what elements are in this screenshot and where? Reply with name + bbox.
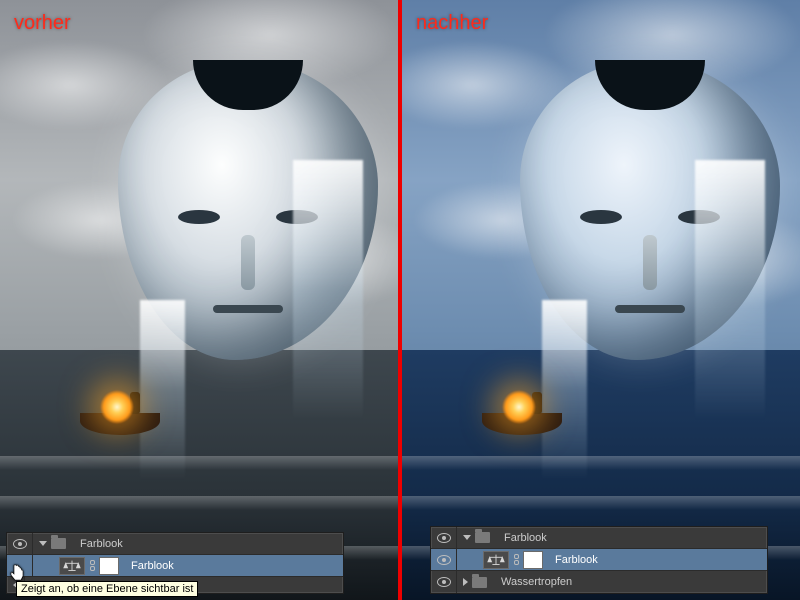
visibility-toggle[interactable]: [431, 549, 457, 570]
waterfall: [293, 160, 363, 420]
group-name: Wassertropfen: [501, 576, 572, 588]
waterfall: [695, 160, 765, 420]
expand-toggle-icon[interactable]: [39, 541, 47, 546]
eye-icon: [437, 555, 451, 565]
layer-name: Farblook: [131, 560, 174, 572]
folder-icon: [475, 532, 490, 543]
after-label: nachher: [416, 12, 488, 35]
group-name: Farblook: [80, 538, 123, 550]
layer-group-row[interactable]: Farblook: [431, 527, 767, 549]
before-pane: vorher Farblook Farblook: [0, 0, 398, 600]
layer-group-row[interactable]: Wassertropfen: [431, 571, 767, 593]
visibility-tooltip: Zeigt an, ob eine Ebene sichtbar ist: [16, 581, 198, 597]
link-icon: [512, 553, 520, 567]
lantern-light: [100, 390, 134, 424]
lantern-light: [502, 390, 536, 424]
expand-toggle-icon[interactable]: [463, 578, 468, 586]
layer-name: Farblook: [555, 554, 598, 566]
eye-icon: [437, 577, 451, 587]
eye-icon: [437, 533, 451, 543]
eye-icon: [13, 539, 27, 549]
visibility-toggle[interactable]: [431, 571, 457, 593]
artwork-canvas: [0, 0, 398, 600]
layers-panel[interactable]: Farblook Farblook Wassertropfen: [430, 526, 768, 594]
adjustment-layer-row[interactable]: Farblook: [431, 549, 767, 571]
visibility-toggle[interactable]: [7, 533, 33, 554]
cursor-pointer-icon: [9, 564, 25, 582]
waterfall: [542, 300, 587, 480]
adjustment-layer-row[interactable]: Farblook: [7, 555, 343, 577]
color-balance-icon: [59, 557, 85, 575]
before-label: vorher: [14, 12, 71, 35]
folder-icon: [51, 538, 66, 549]
expand-toggle-icon[interactable]: [463, 535, 471, 540]
link-icon: [88, 559, 96, 573]
color-balance-icon: [483, 551, 509, 569]
group-name: Farblook: [504, 532, 547, 544]
layer-mask-thumb[interactable]: [523, 551, 543, 569]
before-after-split: vorher Farblook Farblook: [0, 0, 800, 600]
layer-mask-thumb[interactable]: [99, 557, 119, 575]
waterfall: [140, 300, 185, 480]
folder-icon: [472, 577, 487, 588]
after-pane: nachher Farblook Farblook: [402, 0, 800, 600]
layer-group-row[interactable]: Farblook: [7, 533, 343, 555]
visibility-toggle[interactable]: [431, 527, 457, 548]
artwork-canvas: [402, 0, 800, 600]
